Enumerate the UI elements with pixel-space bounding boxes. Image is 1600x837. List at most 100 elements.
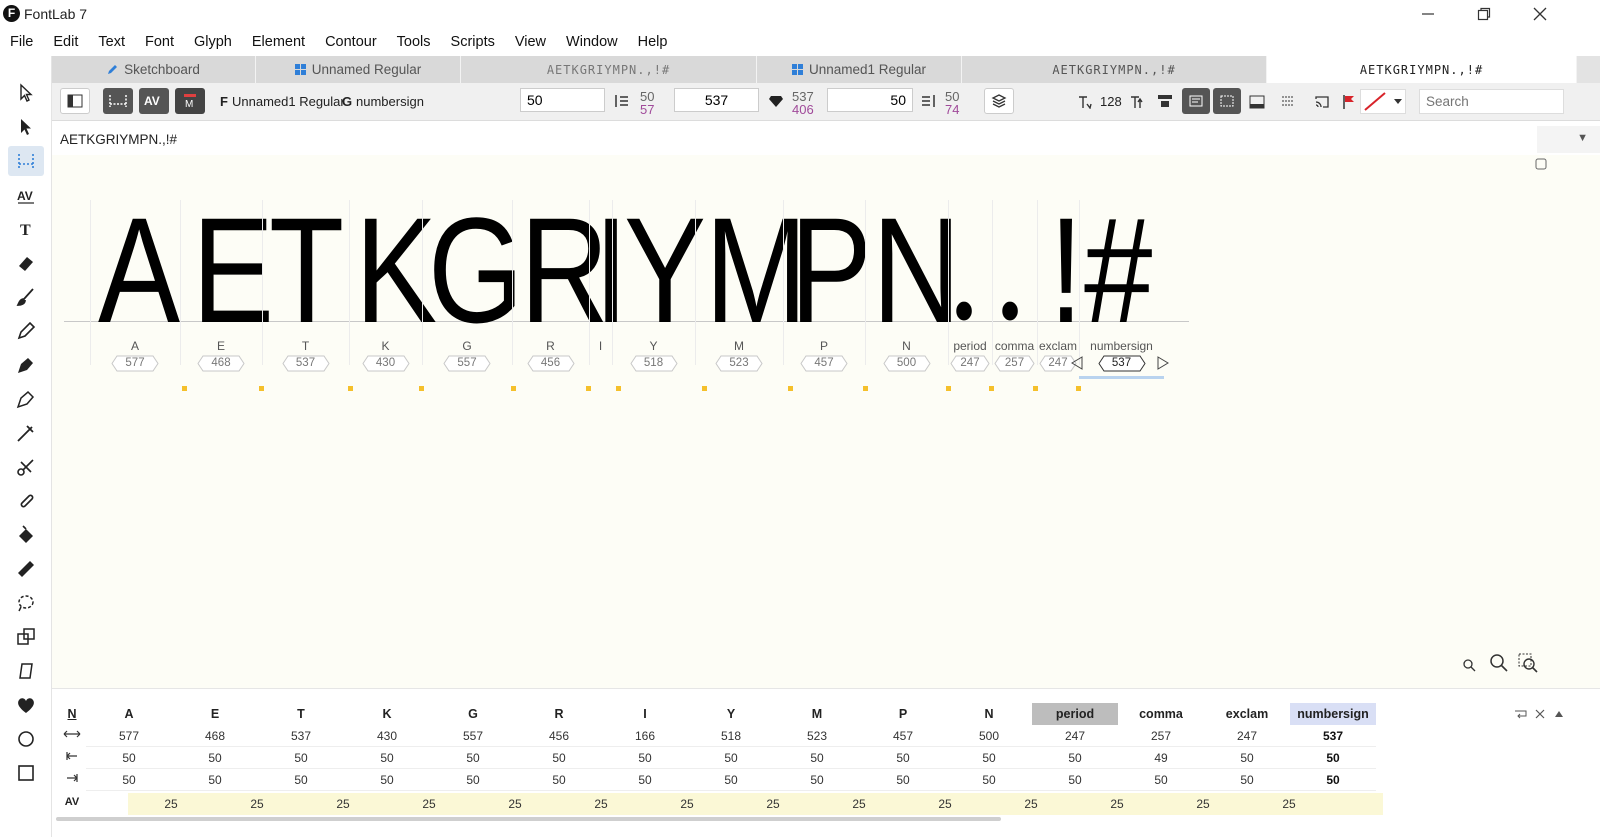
metrics-width-cell[interactable]: 577	[86, 725, 172, 747]
metrics-column-header[interactable]: K	[344, 703, 430, 725]
menu-file[interactable]: File	[10, 34, 33, 50]
size-down-icon[interactable]	[1078, 95, 1092, 109]
metrics-lsb-cell[interactable]: 50	[258, 747, 344, 769]
metrics-column-header[interactable]: P	[860, 703, 946, 725]
panel-bottom-icon[interactable]	[1249, 94, 1265, 110]
tab-unnamed1-regular[interactable]: Unnamed1 Regular	[757, 56, 962, 83]
metrics-column-header[interactable]: numbersign	[1290, 703, 1376, 725]
glyph-width-badge[interactable]: 577	[111, 355, 159, 372]
metrics-rsb-cell[interactable]: 50	[1032, 769, 1118, 791]
kerning-mode-button[interactable]: AV	[139, 88, 169, 114]
tab-unnamed-regular[interactable]: Unnamed Regular	[256, 56, 461, 83]
brush-tool[interactable]	[8, 282, 44, 312]
metrics-width-cell[interactable]: 537	[258, 725, 344, 747]
metrics-lsb-cell[interactable]: 50	[430, 747, 516, 769]
next-glyph-icon[interactable]	[1156, 355, 1170, 376]
metrics-width-cell[interactable]: 257	[1118, 725, 1204, 747]
glyph-width-badge[interactable]: 257	[994, 355, 1035, 372]
metrics-kern-cell[interactable]: 25	[988, 793, 1074, 815]
rapid-tool[interactable]	[8, 384, 44, 414]
metrics-kern-cell[interactable]: 25	[386, 793, 472, 815]
search-input[interactable]	[1419, 89, 1564, 114]
metrics-tool[interactable]	[8, 146, 44, 176]
eraser-tool[interactable]	[8, 248, 44, 278]
metrics-rsb-cell[interactable]: 50	[860, 769, 946, 791]
metrics-column-header[interactable]: T	[258, 703, 344, 725]
metrics-lsb-cell[interactable]: 50	[344, 747, 430, 769]
panel-toggle-button[interactable]	[60, 88, 90, 114]
metrics-rsb-cell[interactable]: 50	[688, 769, 774, 791]
metrics-lsb-cell[interactable]: 50	[1204, 747, 1290, 769]
restore-button[interactable]	[1456, 0, 1512, 28]
glyph-canvas[interactable]: A A 577 E E 468 T T 537 K K 430 G G 557 R R 456 I I Y Y 518 M M 5…	[52, 155, 1600, 688]
calligraphy-tool[interactable]	[8, 418, 44, 448]
metrics-column-header[interactable]: exclam	[1204, 703, 1290, 725]
metrics-kern-cell[interactable]: 25	[1246, 793, 1332, 815]
layers-button[interactable]	[984, 88, 1014, 114]
metrics-lsb-cell[interactable]: 49	[1118, 747, 1204, 769]
slant-tool[interactable]	[8, 656, 44, 686]
metrics-width-cell[interactable]: 166	[602, 725, 688, 747]
rectangle-tool[interactable]	[8, 758, 44, 788]
menu-element[interactable]: Element	[252, 34, 305, 50]
glyph-outline-numbersign[interactable]: #	[1084, 195, 1152, 345]
zoom-out-icon[interactable]	[1462, 658, 1476, 672]
minimize-button[interactable]	[1400, 0, 1456, 28]
lsb-input[interactable]	[520, 88, 605, 112]
metrics-column-header[interactable]: I	[602, 703, 688, 725]
metrics-column-header[interactable]: comma	[1118, 703, 1204, 725]
metrics-kern-cell[interactable]: 25	[730, 793, 816, 815]
glyph-name[interactable]: numbersign	[356, 94, 424, 109]
menu-contour[interactable]: Contour	[325, 34, 377, 50]
glyph-outline-t[interactable]: T	[269, 195, 344, 345]
glyph-width-badge[interactable]: 247	[950, 355, 990, 372]
width-input[interactable]	[674, 88, 759, 112]
glyph-width-badge[interactable]: 518	[629, 355, 678, 372]
menu-tools[interactable]: Tools	[397, 34, 431, 50]
metrics-width-cell[interactable]: 468	[172, 725, 258, 747]
metrics-rsb-cell[interactable]: 50	[430, 769, 516, 791]
metrics-lsb-cell[interactable]: 50	[774, 747, 860, 769]
zoom-in-icon[interactable]	[1489, 653, 1509, 673]
metrics-rsb-cell[interactable]: 50	[86, 769, 172, 791]
menu-font[interactable]: Font	[145, 34, 174, 50]
pen-tool[interactable]	[8, 350, 44, 380]
glyph-width-badge[interactable]: 468	[197, 355, 245, 372]
metrics-width-cell[interactable]: 430	[344, 725, 430, 747]
metrics-kern-cell[interactable]: 25	[558, 793, 644, 815]
collapse-panel-icon[interactable]	[1554, 709, 1564, 719]
wrap-icon[interactable]	[1514, 709, 1528, 719]
metrics-width-cell[interactable]: 457	[860, 725, 946, 747]
metrics-width-cell[interactable]: 518	[688, 725, 774, 747]
cast-icon[interactable]	[1314, 94, 1330, 110]
previous-glyph-icon[interactable]	[1070, 355, 1084, 376]
metrics-lsb-cell[interactable]: 50	[602, 747, 688, 769]
metrics-kern-cell[interactable]: 25	[128, 793, 214, 815]
transform-tool[interactable]	[8, 622, 44, 652]
metrics-width-cell[interactable]: 247	[1032, 725, 1118, 747]
metrics-kern-cell[interactable]: 25	[214, 793, 300, 815]
glyph-width-badge[interactable]: 500	[882, 355, 931, 372]
metrics-rsb-cell[interactable]: 50	[172, 769, 258, 791]
metrics-rsb-cell[interactable]: 50	[1118, 769, 1204, 791]
glyph-outline-g[interactable]: G	[428, 195, 524, 345]
metrics-column-header[interactable]: R	[516, 703, 602, 725]
paperclip-tool[interactable]	[8, 486, 44, 516]
zoom-fit-icon[interactable]	[1518, 653, 1538, 673]
ruler-tool[interactable]	[8, 554, 44, 584]
text-tool[interactable]: T	[8, 214, 44, 244]
metrics-kern-cell[interactable]: 25	[472, 793, 558, 815]
metrics-kern-cell[interactable]: 25	[816, 793, 902, 815]
glyph-width-badge[interactable]: 537	[281, 355, 330, 372]
text-history-dropdown-icon[interactable]: ▼	[1577, 132, 1588, 144]
metrics-column-header[interactable]: period	[1032, 703, 1118, 725]
horizontal-scrollbar[interactable]	[56, 817, 1001, 821]
metrics-rsb-cell[interactable]: 50	[516, 769, 602, 791]
metrics-rsb-cell[interactable]: 50	[1204, 769, 1290, 791]
metrics-lsb-cell[interactable]: 50	[946, 747, 1032, 769]
menu-view[interactable]: View	[515, 34, 546, 50]
glyph-width-badge[interactable]: 537	[1097, 355, 1146, 372]
view-mode-button-2[interactable]	[1213, 88, 1241, 114]
metrics-rsb-cell[interactable]: 50	[1290, 769, 1376, 791]
view-mode-button-1[interactable]	[1182, 88, 1210, 114]
